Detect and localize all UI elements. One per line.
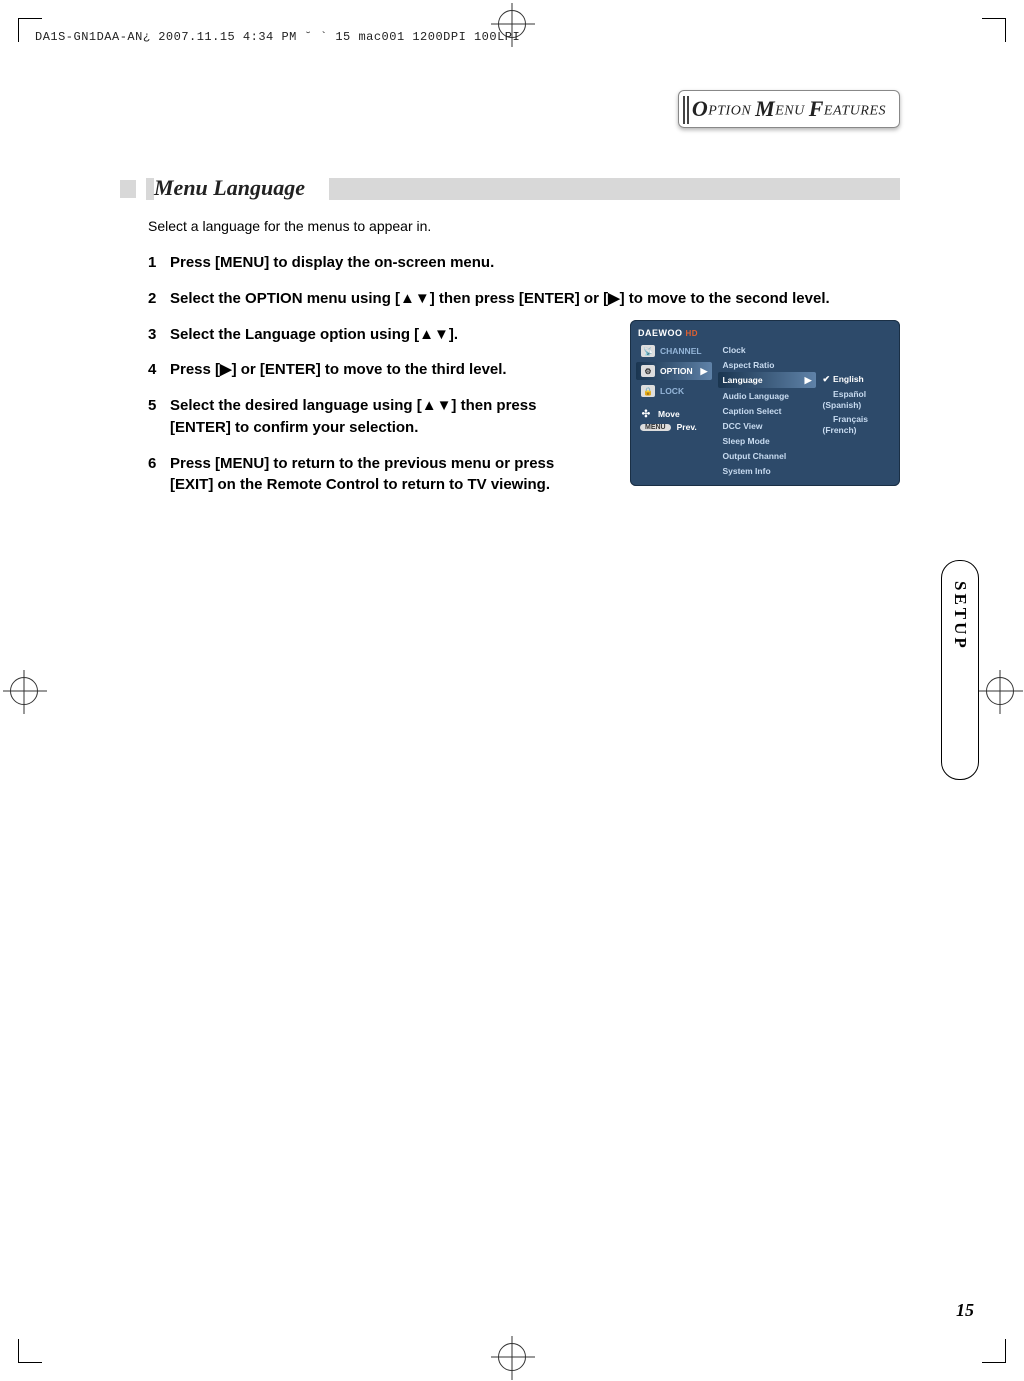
osd-tab-label: CHANNEL	[660, 346, 702, 356]
section-title-bar: Menu Language	[146, 178, 900, 200]
section-heading-row: Menu Language	[120, 178, 900, 200]
osd-panel: DAEWOOHD 📡 CHANNEL ⚙ OPTION ▶ LOCK	[630, 320, 900, 486]
osd-item-caption-select[interactable]: Caption Select	[718, 403, 815, 418]
osd-screenshot: DAEWOOHD 📡 CHANNEL ⚙ OPTION ▶ LOCK	[630, 320, 900, 486]
step-text: Press [MENU] to display the on-screen me…	[170, 252, 900, 274]
step-text: Select the desired language using [▲▼] t…	[170, 395, 560, 439]
osd-item-clock[interactable]: Clock	[718, 342, 815, 357]
step-text: Press [▶] or [ENTER] to move to the thir…	[170, 359, 560, 381]
crop-mark	[982, 1339, 1006, 1363]
osd-lang-english[interactable]: ✔English	[820, 372, 895, 387]
page-title: OPTION MENU FEATURES	[692, 96, 886, 122]
osd-footer: ✣ Move MENU Prev.	[636, 408, 712, 434]
osd-tab-lock[interactable]: LOCK	[636, 382, 712, 400]
page-header: OPTION MENU FEATURES	[120, 90, 900, 138]
step-number: 6	[148, 453, 170, 475]
section-bullet	[120, 180, 136, 198]
chevron-right-icon: ▶	[701, 366, 708, 377]
step-item: 1 Press [MENU] to display the on-screen …	[148, 252, 900, 274]
step-number: 5	[148, 395, 170, 417]
registration-mark	[498, 1343, 526, 1371]
page-content: OPTION MENU FEATURES Menu Language Selec…	[120, 90, 900, 510]
osd-item-dcc-view[interactable]: DCC View	[718, 418, 815, 433]
menu-badge: MENU	[640, 424, 671, 431]
osd-right-column: ✔English ✔Español (Spanish) ✔Français (F…	[816, 342, 895, 478]
osd-tab-channel[interactable]: 📡 CHANNEL	[636, 342, 712, 360]
osd-logo-text: DAEWOO	[638, 328, 683, 338]
osd-item-language[interactable]: Language▶	[718, 372, 815, 388]
step-item: 2 Select the OPTION menu using [▲▼] then…	[148, 288, 900, 310]
registration-mark	[986, 677, 1014, 705]
antenna-icon: 📡	[641, 345, 655, 357]
osd-item-audio-language[interactable]: Audio Language	[718, 388, 815, 403]
osd-lang-spanish[interactable]: ✔Español (Spanish)	[820, 387, 895, 412]
page-title-box: OPTION MENU FEATURES	[678, 90, 900, 128]
osd-logo: DAEWOOHD	[636, 328, 894, 338]
chevron-right-icon: ▶	[805, 375, 812, 386]
osd-item-system-info[interactable]: System Info	[718, 463, 815, 478]
osd-tab-label: LOCK	[660, 386, 684, 396]
osd-middle-column: Clock Aspect Ratio Language▶ Audio Langu…	[712, 342, 815, 478]
crop-mark	[982, 18, 1006, 42]
print-header-line: DA1S-GN1DAA-AN¿ 2007.11.15 4:34 PM ˘ ` 1…	[35, 30, 520, 44]
page-number: 15	[956, 1300, 974, 1321]
side-tab: SETUP	[941, 560, 979, 780]
osd-footer-move: Move	[658, 409, 680, 419]
osd-tab-option[interactable]: ⚙ OPTION ▶	[636, 362, 712, 380]
osd-item-aspect-ratio[interactable]: Aspect Ratio	[718, 357, 815, 372]
check-icon: ✔	[823, 374, 831, 384]
osd-logo-hd: HD	[686, 329, 699, 338]
osd-item-output-channel[interactable]: Output Channel	[718, 448, 815, 463]
step-number: 4	[148, 359, 170, 381]
step-text: Select the Language option using [▲▼].	[170, 324, 560, 346]
osd-lang-french[interactable]: ✔Français (French)	[820, 412, 895, 437]
osd-footer-prev: Prev.	[677, 422, 697, 432]
step-text: Select the OPTION menu using [▲▼] then p…	[170, 288, 900, 310]
step-number: 1	[148, 252, 170, 274]
step-number: 3	[148, 324, 170, 346]
registration-mark	[10, 677, 38, 705]
section-title: Menu Language	[154, 175, 329, 201]
step-text: Press [MENU] to return to the previous m…	[170, 453, 560, 497]
lock-icon	[641, 385, 655, 397]
osd-left-column: 📡 CHANNEL ⚙ OPTION ▶ LOCK ✣	[636, 342, 712, 478]
step-number: 2	[148, 288, 170, 310]
osd-tab-label: OPTION	[660, 366, 693, 376]
gear-icon: ⚙	[641, 365, 655, 377]
osd-item-sleep-mode[interactable]: Sleep Mode	[718, 433, 815, 448]
side-tab-label: SETUP	[950, 581, 970, 651]
section-intro: Select a language for the menus to appea…	[120, 218, 900, 234]
move-icon: ✣	[640, 408, 652, 420]
crop-mark	[18, 1339, 42, 1363]
